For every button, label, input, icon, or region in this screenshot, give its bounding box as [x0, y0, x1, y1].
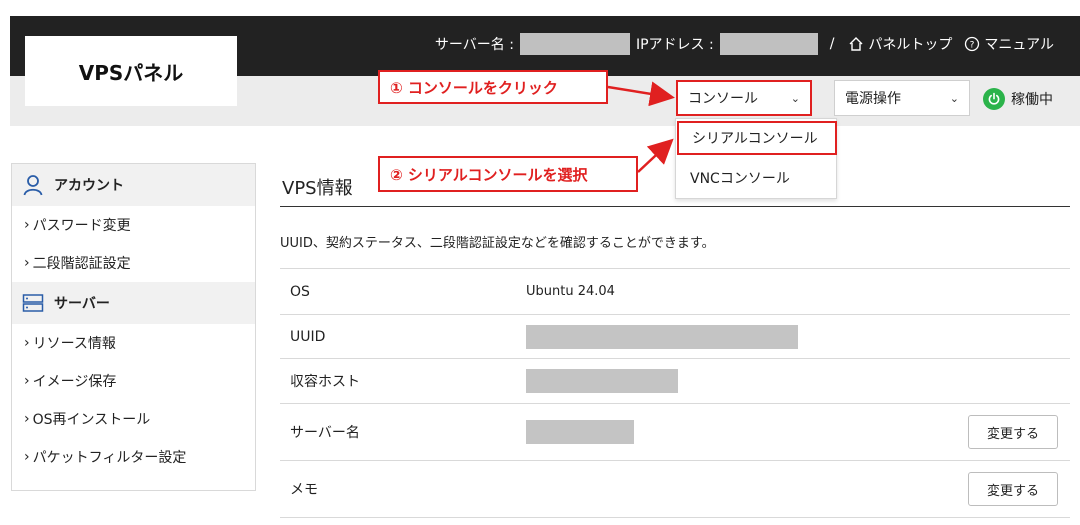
arrow-step-1	[607, 81, 675, 107]
annotation-arrows	[607, 81, 675, 173]
arrow-step-2	[637, 138, 674, 173]
